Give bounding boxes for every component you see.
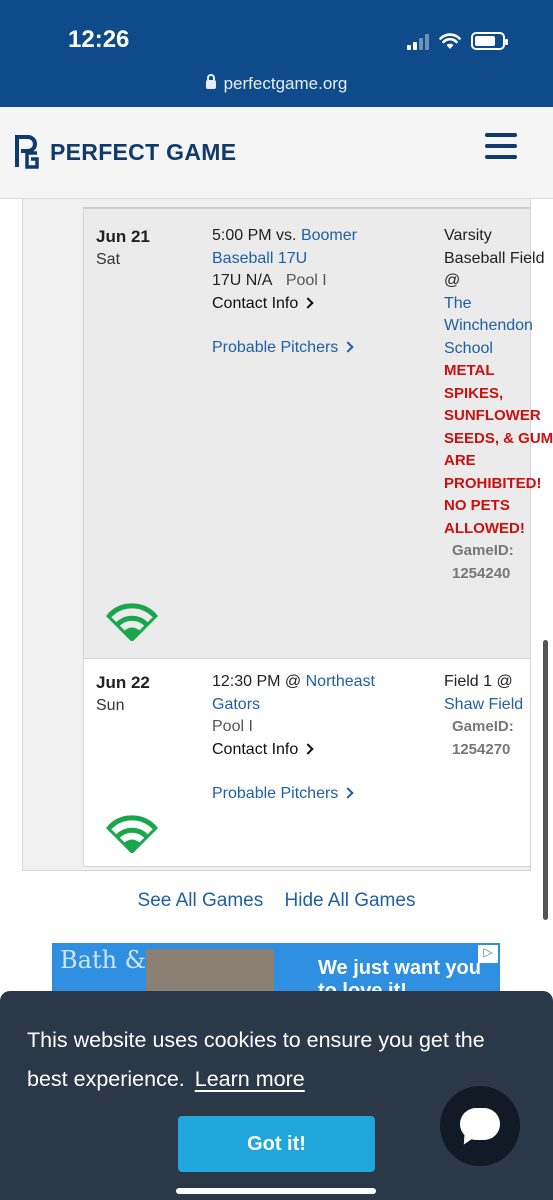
hide-all-games-link[interactable]: Hide All Games — [285, 890, 416, 911]
chevron-right-icon — [342, 787, 354, 799]
wifi-status-icon — [439, 33, 461, 49]
ad-banner[interactable]: Bath & Body We just want you to love it!… — [52, 943, 500, 995]
learn-more-link[interactable]: Learn more — [195, 1067, 305, 1091]
game-date: Jun 21 — [96, 227, 150, 246]
game-date: Jun 22 — [96, 673, 150, 692]
pg-logo-icon — [15, 135, 39, 169]
chevron-right-icon — [302, 742, 314, 755]
battery-icon — [471, 32, 508, 50]
gameid-label: GameID: — [452, 718, 514, 735]
cookie-message: This website uses cookies to ensure you … — [27, 1028, 485, 1091]
contact-info-link[interactable]: Contact Info — [212, 739, 422, 762]
field-name: Varsity Baseball Field @ — [444, 227, 545, 289]
got-it-button[interactable]: Got it! — [178, 1116, 375, 1172]
probable-pitchers-link[interactable]: Probable Pitchers — [212, 783, 422, 806]
game-day: Sun — [96, 697, 125, 714]
address-bar[interactable]: perfectgame.org — [0, 74, 553, 94]
field-name: Field 1 @ — [444, 673, 513, 690]
gameid-value: 1254270 — [452, 740, 511, 758]
brand-name: PERFECT GAME — [50, 138, 237, 165]
division: 17U N/A — [212, 272, 273, 289]
browser-chrome: 12:26 perfectgame.org — [0, 0, 553, 107]
see-all-games-link[interactable]: See All Games — [138, 890, 264, 911]
chevron-right-icon — [342, 341, 354, 353]
probable-pitchers-link[interactable]: Probable Pitchers — [212, 337, 422, 360]
game-details: 12:30 PM @ Northeast Gators Pool I Conta… — [212, 671, 422, 806]
gameid-label: GameID: — [452, 542, 514, 559]
field-details: Varsity Baseball Field @ The Winchendon … — [444, 225, 553, 585]
game-details: 5:00 PM vs. Boomer Baseball 17U 17U N/A … — [212, 225, 422, 360]
schedule-panel: Jun 21 Sat 5:00 PM vs. Boomer Baseball 1… — [22, 199, 553, 871]
venue-link[interactable]: The Winchendon School — [444, 295, 533, 357]
live-stream-icon[interactable] — [104, 593, 160, 641]
contact-info-link[interactable]: Contact Info — [212, 293, 422, 316]
cellular-signal-icon — [407, 34, 429, 50]
game-row: Jun 21 Sat 5:00 PM vs. Boomer Baseball 1… — [83, 207, 553, 659]
games-toggle-links: See All Games Hide All Games — [0, 890, 553, 912]
url-text: perfectgame.org — [223, 74, 348, 93]
status-icons — [407, 32, 508, 50]
game-day: Sat — [96, 251, 121, 268]
pool: Pool I — [212, 718, 253, 735]
home-indicator — [176, 1188, 376, 1194]
adchoices-icon[interactable]: ▷ — [478, 945, 498, 963]
menu-icon[interactable] — [485, 133, 517, 159]
site-header: PERFECT GAME — [0, 107, 553, 199]
gameid-value: 1254240 — [452, 564, 511, 582]
chevron-right-icon — [302, 296, 314, 309]
lock-icon — [205, 74, 216, 89]
field-details: Field 1 @ Shaw Field GameID: 1254270 — [444, 671, 553, 761]
status-time: 12:26 — [68, 26, 130, 53]
ad-image — [146, 949, 274, 995]
venue-link[interactable]: Shaw Field — [444, 696, 523, 713]
game-time: 5:00 PM vs. — [212, 227, 297, 244]
chat-button[interactable] — [440, 1086, 520, 1166]
game-row: Jun 22 Sun 12:30 PM @ Northeast Gators P… — [83, 659, 531, 867]
ad-text: We just want you to love it! — [318, 957, 481, 995]
site-logo[interactable]: PERFECT GAME — [12, 133, 236, 171]
venue-notice: METAL SPIKES, SUNFLOWER SEEDS, & GUM ARE… — [444, 362, 553, 537]
scrollbar[interactable] — [543, 640, 548, 920]
cookie-banner: This website uses cookies to ensure you … — [0, 991, 553, 1200]
pool: Pool I — [285, 272, 327, 289]
game-time: 12:30 PM @ — [212, 673, 302, 690]
live-stream-icon[interactable] — [104, 805, 160, 853]
